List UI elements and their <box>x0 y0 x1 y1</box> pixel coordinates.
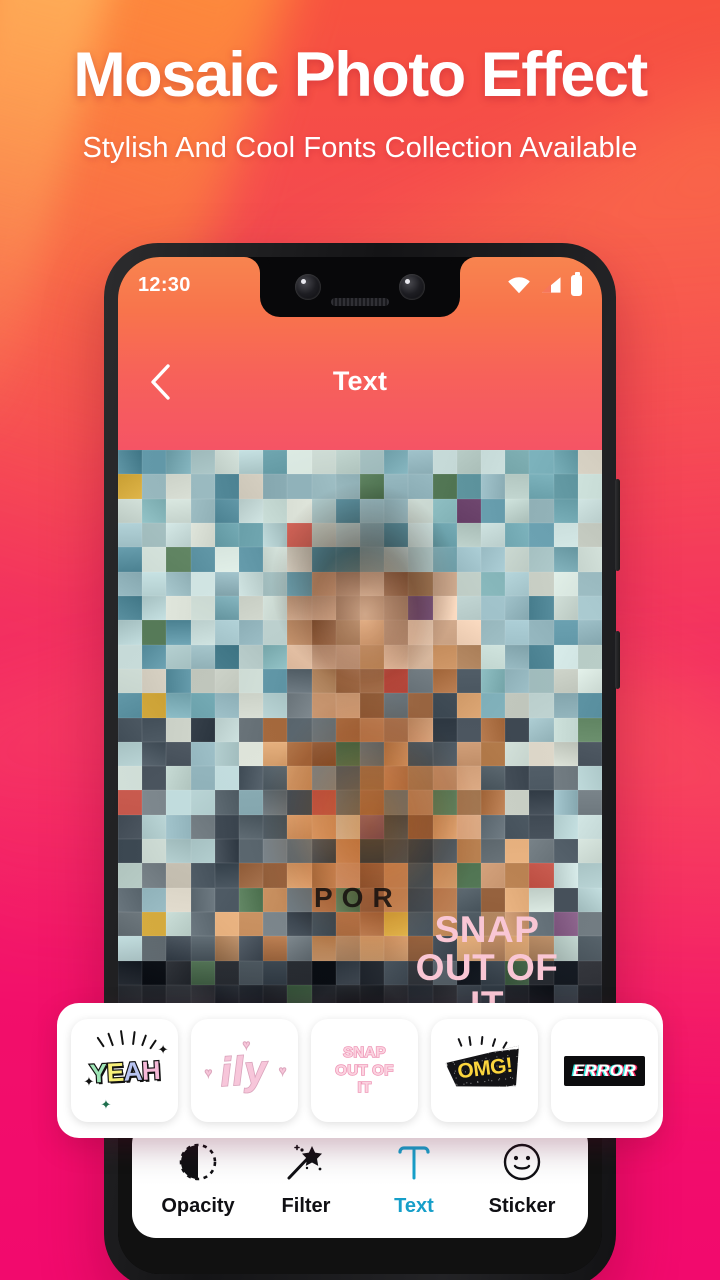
tool-sticker[interactable]: Sticker <box>470 1141 574 1218</box>
yeah-letter-1: E <box>104 1055 125 1088</box>
snap-line-1: SNAP <box>342 1044 386 1063</box>
phone-notch <box>260 257 460 317</box>
app-bar: 12:30 Text <box>118 257 602 450</box>
sticker-card-yeah[interactable]: ✦ ✦ ✦ YEAH <box>71 1019 178 1122</box>
ily-heart-right: ♥ <box>278 1062 287 1078</box>
wifi-icon <box>508 277 530 294</box>
garment-text-mark: POR <box>314 882 402 913</box>
text-icon <box>397 1141 431 1183</box>
ily-sticker-art: ♥ ♥ ♥ ily <box>199 1029 291 1113</box>
snap-line-2: OUT OF <box>335 1061 395 1080</box>
sticker-card-ily[interactable]: ♥ ♥ ♥ ily <box>191 1019 298 1122</box>
tool-opacity-label: Opacity <box>161 1194 235 1217</box>
smiley-sticker-icon <box>502 1141 542 1183</box>
yeah-star-right: ✦ <box>157 1041 169 1057</box>
sticker-card-error[interactable]: ERROR <box>551 1019 658 1122</box>
status-icons <box>507 271 582 296</box>
signal-icon <box>542 277 561 293</box>
yeah-letter-2: A <box>121 1054 143 1087</box>
status-time: 12:30 <box>138 273 191 296</box>
sticker-card-omg[interactable]: OMG! <box>431 1019 538 1122</box>
battery-icon <box>571 271 582 296</box>
page-title: Text <box>332 366 388 396</box>
yeah-letter-3: H <box>139 1053 161 1086</box>
ily-word: ily <box>217 1046 269 1095</box>
ily-heart-left: ♥ <box>204 1064 213 1080</box>
applied-text-line-2: OUT OF <box>415 946 559 988</box>
yeah-letter-0: Y <box>87 1056 108 1089</box>
error-sticker-art: ERROR <box>563 1055 646 1086</box>
app-bar-row: Text <box>118 313 602 450</box>
yeah-word: YEAH <box>87 1053 161 1089</box>
front-camera-secondary-icon <box>399 274 425 300</box>
photo-canvas[interactable]: POR SNAP OUT OF IT <box>118 450 602 1058</box>
sticker-card-snap-out-of-it[interactable]: SNAP OUT OF IT <box>311 1019 418 1122</box>
front-camera-icon <box>295 274 321 300</box>
snap-line-3: IT <box>357 1078 372 1097</box>
back-button[interactable] <box>140 362 180 402</box>
tool-filter[interactable]: Filter <box>254 1141 358 1218</box>
promo-subtitle: Stylish And Cool Fonts Collection Availa… <box>82 132 638 164</box>
tool-text[interactable]: Text <box>362 1141 466 1218</box>
applied-text-line-1: SNAP <box>434 908 540 950</box>
tool-text-label: Text <box>394 1194 434 1217</box>
magic-wand-icon <box>285 1141 327 1183</box>
tool-sticker-label: Sticker <box>488 1194 556 1217</box>
volume-button[interactable] <box>615 479 620 571</box>
earpiece-speaker <box>331 298 389 306</box>
omg-sticker-art: OMG! <box>441 1035 529 1106</box>
opacity-icon <box>178 1141 218 1183</box>
snap-sticker-art: SNAP OUT OF IT <box>335 1044 395 1097</box>
tool-opacity[interactable]: Opacity <box>146 1141 250 1218</box>
promo-title: Mosaic Photo Effect <box>73 40 648 110</box>
yeah-sticker-art: ✦ ✦ ✦ YEAH <box>79 1029 171 1113</box>
error-word: ERROR <box>572 1060 637 1080</box>
power-button[interactable] <box>615 631 620 689</box>
promo-header: Mosaic Photo Effect Stylish And Cool Fon… <box>0 44 720 168</box>
chevron-left-icon <box>151 363 170 400</box>
yeah-star-bottom: ✦ <box>100 1096 112 1112</box>
tool-filter-label: Filter <box>281 1194 331 1217</box>
sticker-picker-panel: ✦ ✦ ✦ YEAH ♥ ♥ ♥ ily SNAP OUT OF IT OMG!… <box>57 1003 663 1138</box>
